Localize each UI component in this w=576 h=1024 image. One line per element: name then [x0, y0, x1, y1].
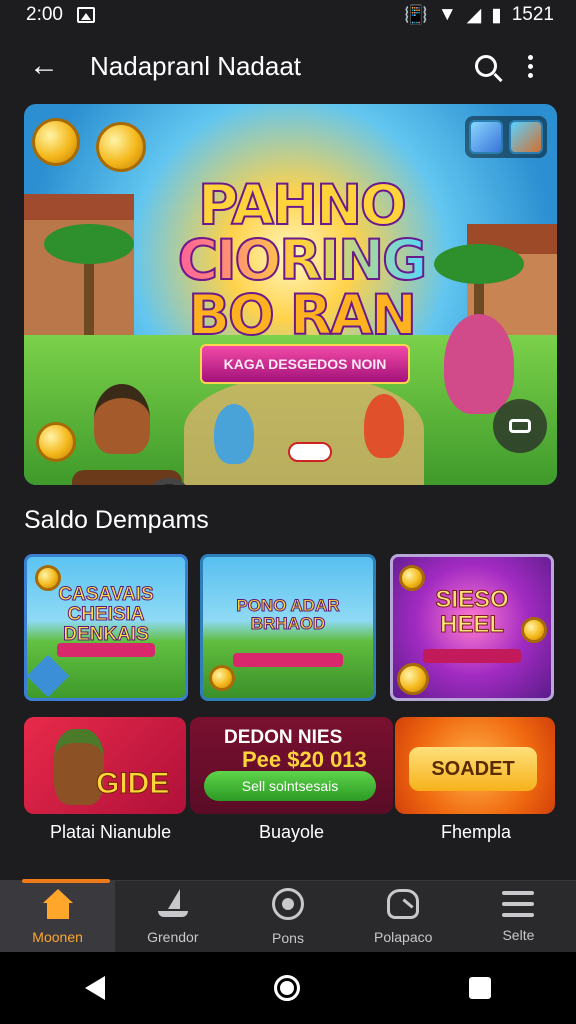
promo-caption-2: Buayole — [259, 822, 325, 842]
game-tile[interactable]: CASAVAIS CHEISIA DENKAIS — [24, 554, 188, 701]
target-icon — [272, 887, 304, 920]
battery-icon: ▮ — [491, 4, 502, 26]
promo-button[interactable]: Sell solntsesais — [204, 771, 376, 801]
game-tile-title: CASAVAIS CHEISIA DENKAIS — [58, 584, 154, 645]
promo-line-2: Pee $20 013 — [242, 747, 367, 772]
game-tile[interactable]: PONO ADAR BRHAOD — [200, 554, 376, 701]
camera-icon — [509, 419, 531, 433]
system-back-icon[interactable] — [84, 976, 105, 1000]
character-cat — [214, 404, 254, 464]
banner-mini-icons — [465, 116, 547, 158]
boat-icon — [156, 888, 190, 919]
nav-item-home[interactable]: Moonen — [0, 879, 116, 952]
banner-ribbon: KAGA DESGEDOS NOIN — [200, 344, 410, 384]
coin-icon — [397, 663, 429, 695]
signal-icon: ◢ — [466, 4, 482, 26]
gauge-icon — [387, 888, 420, 919]
coin-icon — [521, 617, 547, 643]
wifi-icon: ▼ — [437, 4, 457, 25]
nav-item-grendor[interactable]: Grendor — [115, 881, 230, 952]
game-tile-title: PONO ADAR BRHAOD — [236, 596, 340, 633]
screen: 2:00 📳 ▼ ◢ ▮ 1521 ← Nadapranl Nadaat PAH… — [0, 0, 576, 1024]
nav-label: Grendor — [147, 928, 199, 945]
image-notification-icon — [76, 7, 95, 23]
home-icon — [41, 888, 75, 919]
nav-label: Pons — [272, 929, 304, 946]
search-icon — [475, 55, 497, 77]
character-fox — [364, 394, 404, 458]
nav-label: Polapaco — [374, 928, 433, 945]
bottom-nav: Moonen Grendor Pons Polapaco Selte — [0, 879, 576, 952]
system-nav — [0, 952, 576, 1024]
search-button[interactable] — [464, 44, 508, 88]
status-bar: 2:00 📳 ▼ ◢ ▮ 1521 — [0, 0, 576, 30]
game-tile-band — [57, 643, 155, 657]
promo-pill: SOADET — [409, 747, 537, 791]
back-button[interactable]: ← — [22, 44, 66, 88]
game-tile[interactable]: SIESO HEEL — [390, 554, 554, 701]
game-tile-band — [423, 649, 521, 663]
banner-headline: PAHNO CIORING BO RAN — [174, 173, 429, 347]
gem-icon — [27, 654, 70, 698]
status-time: 2:00 — [26, 4, 63, 25]
promo-word: GIDE — [95, 767, 170, 801]
section-title: Saldo Dempams — [24, 506, 209, 534]
game-tile-band — [233, 653, 343, 667]
coin-icon — [209, 665, 235, 691]
nav-label: Selte — [502, 926, 535, 943]
nav-item-polapaco[interactable]: Polapaco — [346, 881, 461, 952]
page-title: Nadapranl Nadaat — [90, 50, 302, 81]
headline-line-1: PAHNO — [197, 173, 408, 237]
coin-icon — [32, 118, 80, 166]
headline-line-3: BO RAN — [187, 283, 418, 347]
promo-card-1[interactable]: GIDE — [24, 717, 186, 814]
more-vertical-icon — [527, 54, 533, 78]
banner-pagination — [288, 442, 332, 462]
coin-icon — [96, 122, 146, 172]
battery-text: 1521 — [511, 4, 554, 25]
promo-line-1: DEDON NIES — [224, 727, 343, 748]
system-home-icon[interactable] — [273, 975, 300, 1001]
menu-icon — [502, 890, 535, 917]
fox-icon — [509, 120, 543, 154]
promo-card-2[interactable]: DEDON NIES Pee $20 013 Sell solntsesais — [190, 717, 393, 814]
nav-item-pons[interactable]: Pons — [230, 881, 345, 952]
camera-button[interactable] — [493, 399, 547, 453]
featured-banner[interactable]: PAHNO CIORING BO RAN KAGA DESGEDOS NOIN — [24, 104, 557, 485]
character-rabbit — [444, 314, 514, 414]
promo-card-3[interactable]: SOADET — [395, 717, 555, 814]
character-cart — [66, 384, 196, 485]
promo-caption-1: Platai Nianuble — [50, 822, 172, 842]
arrow-left-icon: ← — [29, 49, 59, 82]
vibrate-icon: 📳 — [404, 5, 428, 26]
system-recents-icon[interactable] — [469, 977, 492, 999]
bird-icon — [469, 120, 503, 154]
promo-caption-3: Fhempla — [441, 822, 512, 842]
headline-line-2: CIORING — [174, 232, 429, 289]
app-bar: ← Nadapranl Nadaat — [0, 30, 576, 102]
more-options-button[interactable] — [508, 44, 552, 88]
nav-label: Moonen — [32, 928, 83, 945]
nav-item-selte[interactable]: Selte — [461, 881, 576, 952]
